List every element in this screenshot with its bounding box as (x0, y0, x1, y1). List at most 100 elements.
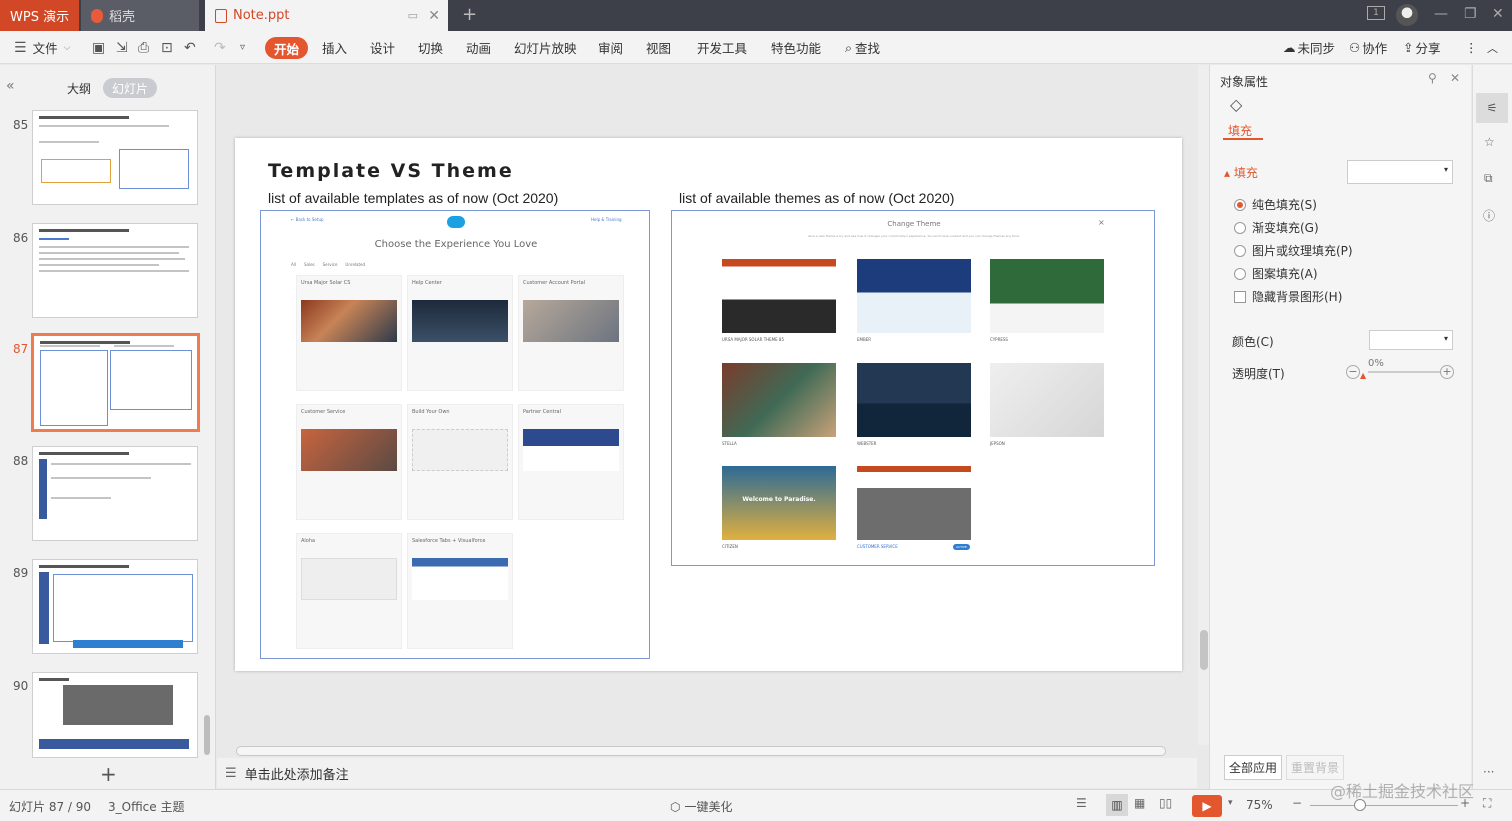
notes-toggle-icon[interactable]: ☰ (1076, 796, 1087, 810)
filter-tab: All (291, 262, 296, 267)
fill-option-picture[interactable]: 图片或纹理填充(P) (1234, 242, 1353, 259)
transparency-slider[interactable] (1368, 371, 1440, 373)
fill-section-header[interactable]: ▴ 填充 (1224, 164, 1258, 181)
play-slideshow-button[interactable]: ▶ (1192, 795, 1222, 817)
tab-insert[interactable]: 插入 (322, 31, 347, 64)
title-bar: WPS 演示 稻壳 Note.ppt ▭ ✕ + 1 — ❐ ✕ (0, 0, 1512, 31)
help-icon[interactable]: ⓘ (1483, 207, 1495, 224)
minimize-icon[interactable]: — (1434, 6, 1448, 22)
tab-transitions[interactable]: 切换 (418, 31, 443, 64)
properties-icon[interactable]: ⚟ (1476, 93, 1508, 123)
save-icon[interactable]: ▣ (92, 31, 105, 64)
themes-screenshot[interactable]: Change Theme × Give a new theme a try an… (671, 210, 1155, 566)
option-label: 图案填充(A) (1252, 267, 1318, 281)
color-picker[interactable]: ▾ (1369, 330, 1453, 350)
left-caption[interactable]: list of available templates as of now (O… (268, 190, 558, 206)
collapse-panel-icon[interactable]: « (6, 78, 15, 94)
collab-button[interactable]: ⚇ 协作 (1349, 31, 1387, 64)
zoom-out-icon[interactable]: − (1292, 796, 1302, 810)
horizontal-scroll-thumb[interactable] (236, 746, 1166, 756)
zoom-slider[interactable] (1310, 805, 1458, 806)
slide-thumbnail[interactable] (32, 446, 198, 541)
find-button[interactable]: ⌕ 查找 (845, 31, 880, 64)
avatar[interactable] (1396, 4, 1418, 26)
tab-animations[interactable]: 动画 (466, 31, 491, 64)
slide-thumbnail[interactable] (32, 110, 198, 205)
fill-bucket-icon[interactable]: ◇ (1230, 95, 1242, 114)
beautify-label: 一键美化 (684, 800, 733, 814)
tab-outline[interactable]: 大纲 (60, 78, 98, 98)
zoom-level[interactable]: 75% (1246, 798, 1273, 812)
close-window-icon[interactable]: ✕ (1492, 6, 1504, 22)
fill-dropdown[interactable]: ▾ (1347, 160, 1453, 184)
card-title: Partner Central (523, 409, 561, 415)
template-card: Help Center (407, 275, 513, 391)
slider-handle[interactable]: ▲ (1360, 371, 1366, 380)
more-icon[interactable]: ⋮ (1465, 31, 1478, 64)
beautify-button[interactable]: ⬡ 一键美化 (670, 798, 733, 815)
theme-name[interactable]: 3_Office 主题 (108, 798, 184, 815)
add-slide-button[interactable]: + (100, 762, 117, 786)
slide-canvas[interactable]: Template VS Theme list of available temp… (235, 138, 1182, 671)
tab-view[interactable]: 视图 (646, 31, 671, 64)
hide-background-checkbox[interactable]: 隐藏背景图形(H) (1234, 288, 1342, 305)
sorter-view-icon[interactable]: ▦ (1134, 796, 1145, 810)
export-icon[interactable]: ⇲ (116, 31, 128, 64)
more-icon[interactable]: ··· (1483, 765, 1494, 779)
close-tab-icon[interactable]: ✕ (428, 8, 440, 24)
templates-screenshot[interactable]: ← Back to Setup Help & Training Choose t… (260, 210, 650, 659)
fit-window-icon[interactable]: ⛶ (1483, 796, 1491, 811)
tab-document[interactable]: Note.ppt ▭ ✕ (205, 0, 448, 31)
fill-option-pattern[interactable]: 图案填充(A) (1234, 265, 1318, 282)
chevron-down-icon[interactable]: ▾ (1228, 798, 1233, 808)
undo-icon[interactable]: ↶ (184, 31, 196, 64)
tab-features[interactable]: 特色功能 (771, 31, 821, 64)
normal-view-icon[interactable]: ▥ (1106, 794, 1128, 816)
customize-icon[interactable]: ▿ (240, 31, 245, 64)
share-button[interactable]: ⇪ 分享 (1403, 31, 1441, 64)
tab-developer[interactable]: 开发工具 (697, 31, 747, 64)
apply-all-button[interactable]: 全部应用 (1224, 755, 1283, 780)
slide-thumbnail[interactable] (32, 223, 198, 318)
reading-view-icon[interactable]: ▯▯ (1159, 796, 1172, 810)
monitor-icon[interactable]: ▭ (408, 9, 418, 22)
tab-daoke[interactable]: 稻壳 (81, 0, 199, 31)
slide-title[interactable]: Template VS Theme (268, 160, 514, 182)
theme-thumbnail: URSA MAJOR SOLAR THEME 85 (722, 259, 836, 342)
close-panel-icon[interactable]: ✕ (1450, 71, 1460, 85)
notes-area[interactable]: ☰ 单击此处添加备注 (217, 758, 1197, 788)
animation-icon[interactable]: ⧉ (1484, 171, 1493, 186)
tab-home[interactable]: 开始 (265, 37, 309, 59)
reset-background-button[interactable]: 重置背景 (1286, 755, 1345, 780)
increase-button[interactable]: + (1440, 365, 1454, 379)
option-label: 渐变填充(G) (1252, 221, 1319, 235)
app-tab-wps[interactable]: WPS 演示 (0, 0, 79, 31)
tab-design[interactable]: 设计 (370, 31, 395, 64)
slide-thumbnail[interactable] (32, 672, 198, 758)
slide-thumbnail[interactable] (32, 559, 198, 654)
tab-fill[interactable]: 填充 (1228, 122, 1252, 139)
print-icon[interactable]: ⎙ (138, 31, 149, 64)
right-caption[interactable]: list of available themes as of now (Oct … (679, 190, 954, 206)
redo-icon[interactable]: ↷ (214, 31, 226, 64)
horizontal-scrollbar[interactable] (222, 744, 1194, 758)
sync-button[interactable]: ☁ 未同步 (1283, 31, 1335, 64)
new-tab-button[interactable]: + (462, 4, 477, 25)
collapse-ribbon-icon[interactable]: ︿ (1487, 31, 1498, 64)
decrease-button[interactable]: − (1346, 365, 1360, 379)
pin-icon[interactable]: ⚲ (1428, 71, 1437, 85)
maximize-icon[interactable]: ❐ (1464, 6, 1477, 22)
thumbnail-scrollbar[interactable] (204, 715, 210, 755)
slide-thumbnail-selected[interactable] (31, 333, 200, 432)
tab-slides[interactable]: 幻灯片 (103, 78, 157, 98)
file-menu[interactable]: ☰ 文件 ⌵ (14, 31, 70, 64)
window-list-icon[interactable]: 1 (1367, 6, 1385, 20)
fill-option-solid[interactable]: 纯色填充(S) (1234, 196, 1317, 213)
preview-icon[interactable]: ⊡ (161, 31, 173, 64)
card-title: Aloha (301, 538, 316, 544)
fill-option-gradient[interactable]: 渐变填充(G) (1234, 219, 1319, 236)
star-icon[interactable]: ☆ (1484, 135, 1495, 149)
tab-review[interactable]: 审阅 (598, 31, 623, 64)
vertical-scroll-thumb[interactable] (1200, 630, 1208, 670)
tab-slideshow[interactable]: 幻灯片放映 (514, 31, 577, 64)
